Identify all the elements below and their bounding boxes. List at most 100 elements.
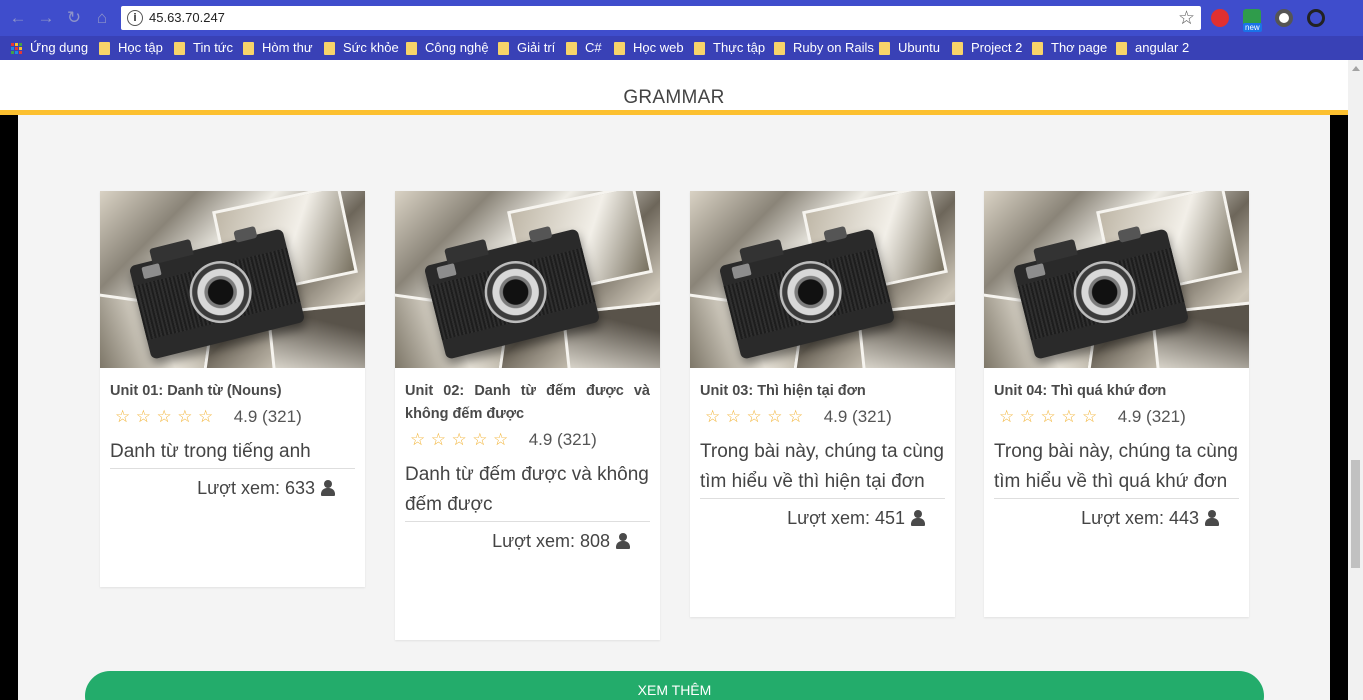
star-rating-icon[interactable]: ☆☆☆☆☆ [999,407,1103,427]
bookmark-label: angular 2 [1135,40,1190,55]
lesson-title[interactable]: Unit 03: Thì hiện tại đơn [700,380,945,403]
camera-thumbnail[interactable] [395,191,660,368]
bookmark-folder[interactable]: Học web [614,36,684,60]
rating-score: 4.9 (321) [1117,407,1186,426]
forward-icon[interactable]: → [36,8,56,28]
view-count-label: Lượt xem: 443 [1081,508,1199,528]
bookmark-label: Project 2 [971,40,1023,55]
folder-icon [1032,41,1043,55]
bookmark-folder[interactable]: Hòm thư [243,36,313,60]
lesson-card[interactable]: Unit 02: Danh từ đếm được và không đếm đ… [395,191,660,640]
lesson-description: Danh từ đếm được và không đếm được [405,460,650,522]
bookmark-label: Ruby on Rails [793,40,874,55]
bookmark-folder[interactable]: Tin tức [174,36,233,60]
lesson-title[interactable]: Unit 02: Danh từ đếm được và không đếm đ… [405,380,650,426]
bookmark-folder[interactable]: Giải trí [498,36,555,60]
bookmark-label: Học web [633,40,684,55]
star-rating-icon[interactable]: ☆☆☆☆☆ [410,430,514,450]
bookmark-folder[interactable]: C# [566,36,602,60]
rating: ☆☆☆☆☆ 4.9 (321) [994,404,1239,430]
folder-icon [324,41,335,55]
rating-score: 4.9 (321) [233,407,302,426]
bookmark-folder[interactable]: Project 2 [952,36,1022,60]
folder-icon [566,41,577,55]
back-icon[interactable]: ← [8,8,28,28]
bookmark-folder[interactable]: Sức khỏe [324,36,399,60]
bookmark-folder[interactable]: angular 2 [1116,36,1189,60]
bookmark-label: Thơ page [1051,40,1108,55]
view-count: Lượt xem: 808 [405,529,650,553]
bookmark-label: Ubuntu [898,40,940,55]
scroll-up-arrow-icon[interactable] [1352,66,1360,71]
bookmark-folder[interactable]: Ubuntu [879,36,940,60]
folder-icon [614,41,625,55]
camera-thumbnail[interactable] [984,191,1249,368]
view-count: Lượt xem: 443 [994,506,1239,530]
bookmark-folder[interactable]: Ruby on Rails [774,36,874,60]
bookmark-label: C# [585,40,602,55]
view-count: Lượt xem: 451 [700,506,945,530]
camera-thumbnail[interactable] [690,191,955,368]
lesson-description: Trong bài này, chúng ta cùng tìm hiểu về… [994,437,1239,499]
bookmark-label: Tin tức [193,40,234,55]
folder-icon [498,41,509,55]
user-icon [1205,510,1219,526]
view-count-label: Lượt xem: 808 [492,531,610,551]
page-scrollbar[interactable] [1348,60,1363,700]
folder-icon [174,41,185,55]
bookmark-label: Học tập [118,40,163,55]
lesson-card[interactable]: Unit 01: Danh từ (Nouns) ☆☆☆☆☆ 4.9 (321)… [100,191,365,587]
camera-thumbnail[interactable] [100,191,365,368]
bookmark-folder[interactable]: Thơ page [1032,36,1107,60]
extension-circle-icon[interactable] [1275,9,1293,27]
page: GRAMMAR Unit 01: Danh từ (Nouns) ☆☆☆☆☆ 4… [0,60,1348,700]
folder-icon [879,41,890,55]
see-more-button[interactable]: XEM THÊM [85,671,1264,700]
extension-shield-icon[interactable] [1211,9,1229,27]
lesson-title[interactable]: Unit 01: Danh từ (Nouns) [110,380,355,403]
user-icon [321,480,335,496]
view-count: Lượt xem: 633 [110,476,355,500]
bookmark-label: Thực tập [713,40,766,55]
lesson-card[interactable]: Unit 04: Thì quá khứ đơn ☆☆☆☆☆ 4.9 (321)… [984,191,1249,617]
browser-toolbar: ← → ↻ ⌂ i 45.63.70.247 ☆ new [0,0,1363,36]
bookmarks-bar: Ứng dụng Học tập Tin tức Hòm thư Sức khỏ… [0,36,1363,60]
section-title: GRAMMAR [623,87,725,108]
extension-sync-icon[interactable] [1307,9,1325,27]
url-text[interactable]: 45.63.70.247 [149,9,225,27]
view-count-label: Lượt xem: 451 [787,508,905,528]
lesson-title[interactable]: Unit 04: Thì quá khứ đơn [994,380,1239,403]
folder-icon [952,41,963,55]
rating: ☆☆☆☆☆ 4.9 (321) [405,427,650,453]
section-header: GRAMMAR [0,60,1348,110]
reload-icon[interactable]: ↻ [64,8,84,28]
scroll-thumb[interactable] [1351,460,1360,568]
star-rating-icon[interactable]: ☆☆☆☆☆ [115,407,219,427]
bookmark-folder[interactable]: Thực tập [694,36,765,60]
lesson-card[interactable]: Unit 03: Thì hiện tại đơn ☆☆☆☆☆ 4.9 (321… [690,191,955,617]
bookmark-star-icon[interactable]: ☆ [1178,7,1195,29]
bookmark-folder[interactable]: Học tập [99,36,163,60]
rating: ☆☆☆☆☆ 4.9 (321) [110,404,355,430]
bookmark-folder[interactable]: Công nghệ [406,36,489,60]
folder-icon [1116,41,1127,55]
address-bar[interactable]: i 45.63.70.247 ☆ [121,6,1201,30]
star-rating-icon[interactable]: ☆☆☆☆☆ [705,407,809,427]
bookmark-apps[interactable]: Ứng dụng [11,36,88,60]
bookmark-label: Ứng dụng [30,40,89,55]
bookmark-label: Công nghệ [425,40,489,55]
rating-score: 4.9 (321) [823,407,892,426]
folder-icon [694,41,705,55]
info-icon[interactable]: i [127,10,143,26]
user-icon [616,533,630,549]
home-icon[interactable]: ⌂ [92,8,112,28]
bookmark-label: Hòm thư [262,40,313,55]
rating-score: 4.9 (321) [528,430,597,449]
lesson-description: Trong bài này, chúng ta cùng tìm hiểu về… [700,437,945,499]
lesson-description: Danh từ trong tiếng anh [110,437,355,469]
folder-icon [99,41,110,55]
apps-grid-icon [11,42,22,54]
folder-icon [406,41,417,55]
card-grid: Unit 01: Danh từ (Nouns) ☆☆☆☆☆ 4.9 (321)… [18,115,1330,700]
folder-icon [774,41,785,55]
